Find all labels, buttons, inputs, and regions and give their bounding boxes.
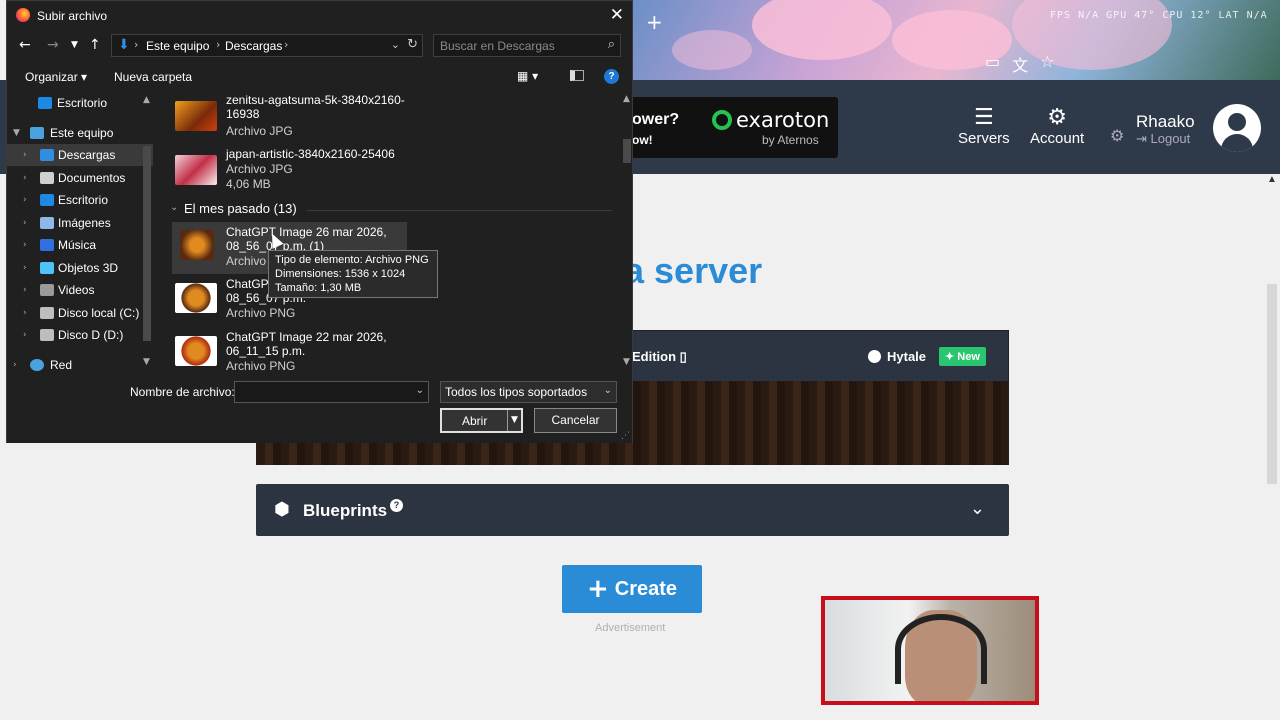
exaroton-sub: by Aternos [762, 133, 819, 147]
downloads-icon: ⬇ [118, 37, 130, 53]
dialog-toolbar: Organizar ▾ Nueva carpeta ▦ ▾ ? [7, 65, 632, 89]
servers-icon: ☰ [973, 105, 994, 130]
tree-item-red[interactable]: › Red [7, 354, 153, 371]
navigation-pane: Escritorio ▼ Este equipo › Descargas › Docu… [7, 91, 155, 371]
help-icon[interactable]: ? [390, 499, 403, 512]
file-thumbnail [175, 283, 217, 313]
new-folder-button[interactable]: Nueva carpeta [114, 70, 192, 84]
open-dropdown-icon[interactable]: ▼ [507, 410, 521, 431]
account-icon: ⚙ [1047, 105, 1067, 130]
refresh-icon[interactable]: ↻ [407, 37, 418, 52]
dialog-title: Subir archivo [37, 9, 108, 23]
recent-dropdown-icon[interactable]: ▼ [71, 40, 78, 50]
edition-tab[interactable]: Edition ▯ [632, 349, 687, 365]
file-item[interactable]: zenitsu-agatsuma-5k-3840x2160-16938 Arch… [172, 93, 572, 145]
exaroton-logo: exaroton [712, 108, 829, 132]
address-bar-icons: ▭ 文 ☆ [985, 52, 1054, 76]
chevron-down-icon: ⌄ [603, 385, 612, 396]
filetype-select[interactable]: Todos los tipos soportados ⌄ [440, 381, 617, 403]
hytale-option[interactable]: Hytale [868, 349, 926, 364]
search-box[interactable]: ⌕ [433, 34, 621, 57]
open-button[interactable]: Abrir ▼ [440, 408, 523, 433]
blueprints-section[interactable]: ⬢ Blueprints ? ⌄ [256, 484, 1009, 536]
chevron-down-icon: ⌄ [969, 498, 985, 519]
search-icon: ⌕ [607, 37, 615, 52]
new-tab-icon[interactable]: + [646, 10, 663, 34]
page-scrollbar[interactable]: ▲ [1264, 174, 1280, 720]
avatar[interactable] [1213, 104, 1261, 152]
back-arrow-icon[interactable]: ← [19, 37, 31, 53]
firefox-icon [16, 8, 30, 22]
advertisement-label: Advertisement [595, 622, 666, 634]
nav-pane-scrollbar[interactable]: ▲ ▼ [140, 91, 154, 371]
tree-item-imagenes[interactable]: › Imágenes [7, 212, 153, 234]
organize-menu[interactable]: Organizar ▾ [25, 70, 87, 84]
file-item[interactable]: ChatGPT Image 22 mar 2026, 06_11_15 p.m.… [172, 328, 572, 371]
file-thumbnail [175, 336, 217, 366]
filename-field[interactable]: ⌄ [234, 381, 429, 403]
file-tooltip: Tipo de elemento: Archivo PNG Dimensione… [268, 250, 438, 298]
file-thumbnail [175, 101, 217, 131]
new-badge: ✦ New [939, 347, 986, 366]
tree-item-disco-d[interactable]: › Disco D (D:) [7, 324, 153, 346]
chevron-down-icon: ⌄ [170, 202, 179, 213]
nav-servers[interactable]: ☰ Servers [958, 105, 1010, 148]
search-input[interactable] [434, 35, 594, 56]
performance-overlay: FPS N/A GPU 47° CPU 12° LAT N/A [1050, 10, 1268, 21]
exaroton-ring-icon [712, 110, 732, 130]
tree-item-escritorio[interactable]: Escritorio [7, 92, 153, 114]
logout-link[interactable]: ⇥ Logout [1136, 131, 1190, 147]
user-name: Rhaako [1136, 112, 1195, 131]
translate-icon[interactable]: 文 [1012, 52, 1028, 76]
tree-item-disco-c[interactable]: › Disco local (C:) [7, 302, 153, 324]
cancel-button[interactable]: Cancelar [534, 408, 617, 433]
address-dropdown-icon[interactable]: ⌄ [391, 38, 400, 51]
chevron-down-icon[interactable]: ⌄ [416, 385, 424, 396]
reader-icon[interactable]: ▭ [985, 52, 1000, 76]
preview-pane-icon[interactable] [570, 70, 584, 81]
resize-grip-icon[interactable]: ⋰ [621, 431, 630, 441]
file-item[interactable]: japan-artistic-3840x2160-25406 Archivo J… [172, 147, 572, 199]
plus-icon: + [586, 574, 609, 604]
radio-icon [868, 350, 881, 363]
address-bar[interactable]: ⬇ › Este equipo › Descargas › ⌄ ↻ [111, 34, 423, 57]
create-button[interactable]: + Create [562, 565, 702, 613]
file-upload-dialog: Subir archivo ✕ ← → ▼ ↑ ⬇ › Este equipo … [6, 0, 633, 443]
help-icon[interactable]: ? [604, 69, 619, 84]
forward-arrow-icon[interactable]: → [47, 37, 59, 53]
nav-account[interactable]: ⚙ Account [1030, 105, 1084, 148]
tree-item-objetos-3d[interactable]: › Objetos 3D [7, 257, 153, 279]
bookmark-star-icon[interactable]: ☆ [1040, 52, 1054, 76]
tree-item-descargas[interactable]: › Descargas [7, 144, 153, 166]
tree-item-musica[interactable]: › Música [7, 234, 153, 256]
webcam-overlay [821, 596, 1039, 705]
file-thumbnail [180, 230, 214, 260]
view-options-icon[interactable]: ▦ ▾ [517, 69, 538, 83]
filename-label: Nombre de archivo: [130, 385, 235, 399]
breadcrumb-descargas[interactable]: Descargas [225, 39, 282, 53]
dialog-footer: Nombre de archivo: ⌄ Todos los tipos sop… [7, 373, 632, 443]
phone-icon: ▯ [679, 349, 687, 364]
dialog-titlebar: Subir archivo ✕ [7, 1, 632, 31]
file-list-scrollbar[interactable]: ▲ ▼ [620, 91, 634, 371]
file-thumbnail [175, 155, 217, 185]
cube-icon: ⬢ [274, 499, 290, 520]
dialog-navbar: ← → ▼ ↑ ⬇ › Este equipo › Descargas › ⌄ … [7, 34, 632, 58]
group-header[interactable]: ⌄ El mes pasado (13) [162, 201, 612, 219]
close-icon[interactable]: ✕ [610, 5, 624, 25]
ad-text: ower? ow! [632, 111, 680, 147]
tree-item-este-equipo[interactable]: ▼ Este equipo [7, 122, 153, 144]
tree-item-documentos[interactable]: › Documentos [7, 167, 153, 189]
tree-item-escritorio-2[interactable]: › Escritorio [7, 189, 153, 211]
file-list: zenitsu-agatsuma-5k-3840x2160-16938 Arch… [162, 91, 622, 371]
up-arrow-icon[interactable]: ↑ [89, 37, 101, 53]
tree-item-videos[interactable]: › Videos [7, 279, 153, 301]
breadcrumb-este-equipo[interactable]: Este equipo [146, 39, 209, 53]
page-title: a server [624, 250, 763, 291]
settings-gear-icon[interactable]: ⚙ [1110, 126, 1124, 145]
